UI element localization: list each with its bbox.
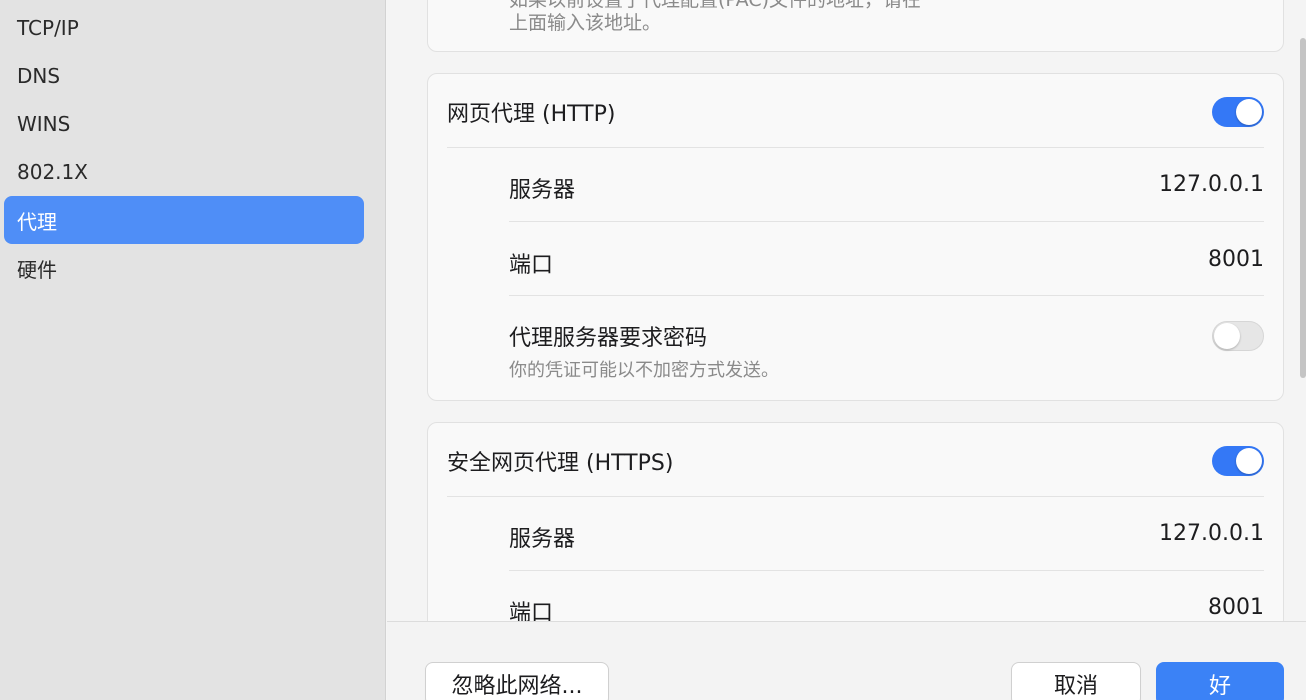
divider <box>447 496 1264 497</box>
sidebar-item-tcpip[interactable]: TCP/IP <box>4 4 364 52</box>
divider <box>509 295 1264 296</box>
sidebar-item-label: DNS <box>17 64 61 88</box>
ok-button[interactable]: 好 <box>1156 662 1284 700</box>
https-server-field[interactable]: 127.0.0.1 <box>1159 521 1264 546</box>
http-port-field[interactable]: 8001 <box>1208 247 1264 272</box>
https-proxy-title: 安全网页代理 (HTTPS) <box>447 451 674 476</box>
sidebar-item-proxy[interactable]: 代理 <box>4 196 364 244</box>
sidebar-item-label: 代理 <box>17 209 57 234</box>
toggle-knob <box>1214 323 1240 349</box>
sidebar-item-label: 802.1X <box>17 160 88 184</box>
sidebar-item-hardware[interactable]: 硬件 <box>4 244 364 292</box>
http-server-field[interactable]: 127.0.0.1 <box>1159 172 1264 197</box>
http-proxy-card: 网页代理 (HTTP) 服务器 127.0.0.1 端口 8001 代理服务器要… <box>427 73 1284 401</box>
sidebar-item-label: WINS <box>17 112 71 136</box>
dialog-footer: 忽略此网络... 取消 好 <box>387 621 1306 700</box>
divider <box>447 147 1264 148</box>
http-server-label: 服务器 <box>509 178 576 203</box>
https-proxy-toggle[interactable] <box>1212 446 1264 476</box>
https-server-label: 服务器 <box>509 527 576 552</box>
vertical-scrollbar[interactable] <box>1300 38 1306 378</box>
pac-info-card: 如果以前设置了代理配置(PAC)文件的地址，请在 上面输入该地址。 <box>427 0 1284 52</box>
http-auth-label: 代理服务器要求密码 <box>509 326 708 351</box>
toggle-knob <box>1236 99 1262 125</box>
http-auth-toggle[interactable] <box>1212 321 1264 351</box>
https-port-label: 端口 <box>509 601 554 621</box>
sidebar-item-dns[interactable]: DNS <box>4 52 364 100</box>
https-port-field[interactable]: 8001 <box>1208 595 1264 620</box>
sidebar: TCP/IP DNS WINS 802.1X 代理 硬件 <box>0 0 386 700</box>
https-proxy-card: 安全网页代理 (HTTPS) 服务器 127.0.0.1 端口 8001 <box>427 422 1284 621</box>
sidebar-item-label: 硬件 <box>17 257 57 282</box>
sidebar-item-label: TCP/IP <box>17 16 79 40</box>
http-auth-subtitle: 你的凭证可能以不加密方式发送。 <box>509 360 779 381</box>
sidebar-item-8021x[interactable]: 802.1X <box>4 148 364 196</box>
divider <box>509 221 1264 222</box>
toggle-knob <box>1236 448 1262 474</box>
divider <box>509 570 1264 571</box>
http-port-label: 端口 <box>509 253 554 278</box>
pac-info-line-2: 上面输入该地址。 <box>509 12 662 34</box>
http-proxy-title: 网页代理 (HTTP) <box>447 102 616 127</box>
ignore-network-button[interactable]: 忽略此网络... <box>425 662 609 700</box>
sidebar-item-wins[interactable]: WINS <box>4 100 364 148</box>
proxy-settings-panel[interactable]: 如果以前设置了代理配置(PAC)文件的地址，请在 上面输入该地址。 网页代理 (… <box>387 0 1306 621</box>
http-proxy-toggle[interactable] <box>1212 97 1264 127</box>
cancel-button[interactable]: 取消 <box>1011 662 1141 700</box>
